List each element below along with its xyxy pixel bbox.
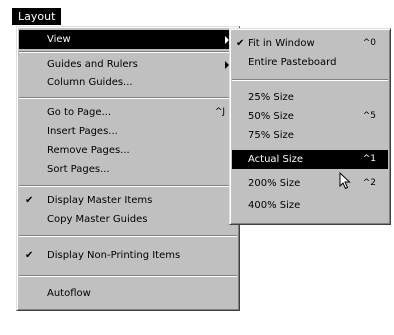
menu-separator: [19, 275, 237, 277]
menu-item-label: 75% Size: [248, 130, 294, 141]
menu-item-label: 400% Size: [248, 200, 301, 211]
menu-item-remove-pages[interactable]: Remove Pages...: [19, 141, 237, 160]
menu-item-label: Display Non-Printing Items: [47, 250, 181, 261]
menu-item-shortcut: ^5: [362, 111, 376, 121]
menu-item-autoflow[interactable]: Autoflow: [19, 284, 237, 303]
menu-item-shortcut: ^2: [362, 178, 376, 188]
menu-item-label: 50% Size: [248, 111, 294, 122]
menu-item-label: Display Master Items: [47, 195, 153, 206]
menu-item-shortcut: ^0: [362, 38, 376, 48]
menu-item-view[interactable]: View: [19, 30, 237, 49]
menu-item-insert-pages[interactable]: Insert Pages...: [19, 122, 237, 141]
menu-item-sort-pages[interactable]: Sort Pages...: [19, 160, 237, 179]
menu-item-label: Column Guides...: [47, 77, 133, 88]
menu-separator: [19, 51, 237, 53]
menu-item-label: Copy Master Guides: [47, 214, 148, 225]
menu-item-guides-and-rulers[interactable]: Guides and Rulers: [19, 55, 237, 74]
menu-item-label: Remove Pages...: [47, 145, 130, 156]
mouse-pointer-icon: [339, 172, 351, 190]
menu-item-label: Fit in Window: [248, 38, 315, 49]
menu-item-shortcut: ^J: [214, 107, 225, 117]
menu-separator: [19, 235, 237, 237]
menu-item-label: Entire Pasteboard: [248, 57, 337, 68]
menu-separator: [19, 97, 237, 99]
menu-item-shortcut: ^1: [362, 154, 376, 164]
menu-item-entire-pasteboard[interactable]: Entire Pasteboard: [232, 53, 388, 72]
menu-item-75-size[interactable]: 75% Size: [232, 126, 388, 145]
menu-item-label: Sort Pages...: [47, 164, 110, 175]
menu-item-go-to-page[interactable]: Go to Page... ^J: [19, 103, 237, 122]
menu-item-25-size[interactable]: 25% Size: [232, 88, 388, 107]
menu-item-fit-in-window[interactable]: ✔ Fit in Window ^0: [232, 34, 388, 53]
menu-item-actual-size[interactable]: Actual Size ^1: [232, 150, 388, 169]
view-submenu: ✔ Fit in Window ^0 Entire Pasteboard 25%…: [229, 28, 391, 225]
menu-separator: [19, 185, 237, 187]
menu-separator: [232, 79, 388, 81]
checkmark-icon: ✔: [25, 195, 34, 206]
menu-item-label: Guides and Rulers: [47, 59, 138, 70]
menu-item-label: Autoflow: [47, 288, 91, 299]
layout-menu: View Guides and Rulers Column Guides... …: [16, 26, 240, 311]
menu-item-label: 25% Size: [248, 92, 294, 103]
layout-menu-title[interactable]: Layout: [12, 8, 62, 25]
menu-item-200-size[interactable]: 200% Size ^2: [232, 174, 388, 193]
menu-item-label: Actual Size: [248, 154, 304, 165]
menu-item-display-non-printing-items[interactable]: ✔ Display Non-Printing Items: [19, 246, 237, 265]
menu-item-label: Insert Pages...: [47, 126, 118, 137]
menu-item-label: View: [47, 34, 71, 45]
menu-item-display-master-items[interactable]: ✔ Display Master Items: [19, 191, 237, 210]
menu-item-400-size[interactable]: 400% Size: [232, 196, 388, 215]
checkmark-icon: ✔: [25, 250, 34, 261]
menu-item-column-guides[interactable]: Column Guides...: [19, 73, 237, 92]
menu-item-label: 200% Size: [248, 178, 301, 189]
menu-item-copy-master-guides[interactable]: Copy Master Guides: [19, 210, 237, 229]
menu-item-label: Go to Page...: [47, 107, 112, 118]
checkmark-icon: ✔: [236, 38, 245, 49]
menu-item-50-size[interactable]: 50% Size ^5: [232, 107, 388, 126]
